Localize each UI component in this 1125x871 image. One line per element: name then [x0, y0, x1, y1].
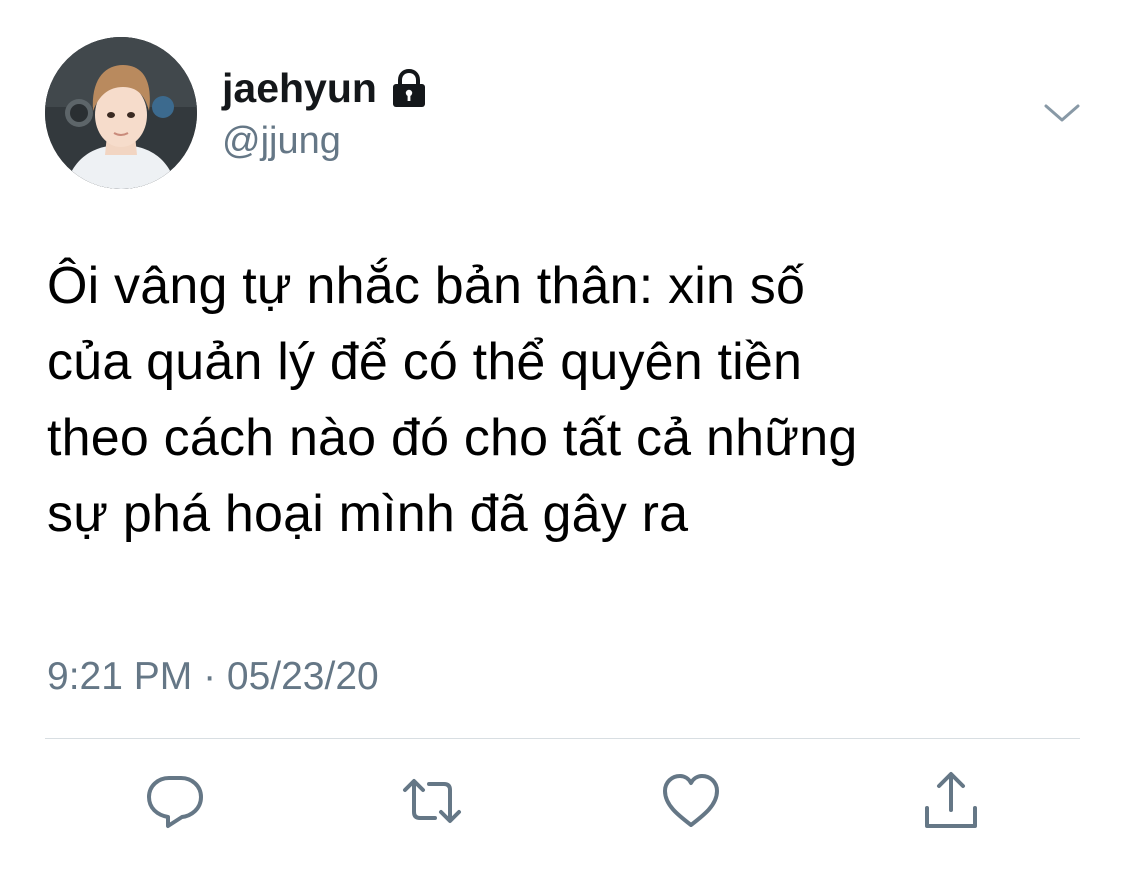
divider — [45, 738, 1080, 739]
retweet-arrows-icon — [403, 779, 461, 823]
tweet-text: Ôi vâng tự nhắc bản thân: xin số của quả… — [47, 248, 1087, 552]
tweet-text-line: của quản lý để có thể quyên tiền — [47, 333, 803, 391]
avatar-photo — [45, 37, 197, 189]
chevron-down-icon[interactable] — [1043, 98, 1081, 128]
tweet-text-line: sự phá hoại mình đã gây ra — [47, 485, 689, 543]
display-name[interactable]: jaehyun — [222, 64, 429, 112]
user-handle[interactable]: @jjung — [222, 118, 341, 164]
tweet-text-line: Ôi vâng tự nhắc bản thân: xin số — [47, 257, 806, 315]
tweet-text-line: theo cách nào đó cho tất cả những — [47, 409, 858, 467]
like-button[interactable] — [660, 770, 722, 832]
reply-button[interactable] — [144, 770, 206, 832]
share-button[interactable] — [920, 770, 982, 832]
retweet-button[interactable] — [401, 770, 463, 832]
avatar[interactable] — [45, 37, 197, 189]
heart-icon — [663, 774, 719, 827]
display-name-text: jaehyun — [222, 65, 377, 111]
speech-bubble-icon — [147, 776, 203, 828]
share-upload-icon — [925, 772, 977, 828]
lock-icon — [389, 68, 429, 108]
tweet-timestamp[interactable]: 9:21 PM · 05/23/20 — [47, 654, 379, 700]
